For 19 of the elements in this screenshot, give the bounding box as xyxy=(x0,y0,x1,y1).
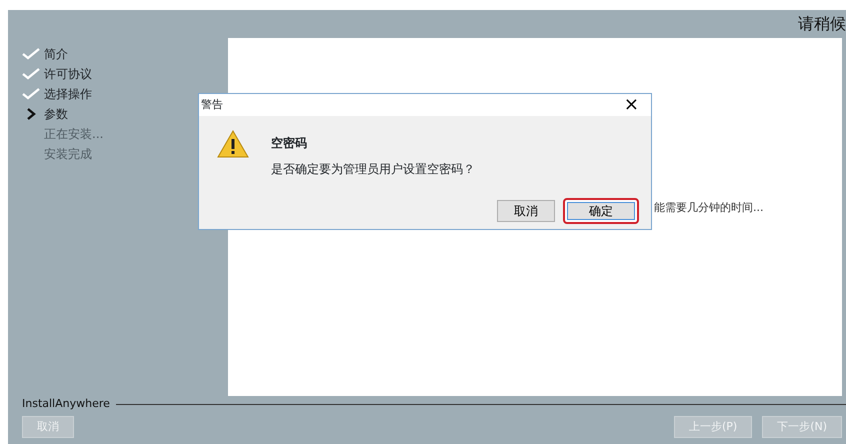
dialog-title: 警告 xyxy=(201,96,223,113)
header-title: 请稍候 xyxy=(798,13,846,35)
step-label: 正在安装... xyxy=(44,126,104,143)
check-icon xyxy=(22,88,40,100)
step-label: 简介 xyxy=(44,46,68,63)
step-label: 参数 xyxy=(44,106,68,123)
warning-icon xyxy=(217,130,249,158)
dialog-button[interactable]: 确定 xyxy=(563,198,639,224)
step-label: 许可协议 xyxy=(44,66,92,83)
step-label: 选择操作 xyxy=(44,86,92,103)
dialog-button[interactable]: 取消 xyxy=(497,200,555,222)
status-text: 能需要几分钟的时间... xyxy=(654,200,764,216)
check-icon xyxy=(22,48,40,60)
step-label: 安装完成 xyxy=(44,146,92,163)
check-icon xyxy=(22,68,40,80)
brand-label: InstallAnywhere xyxy=(22,396,110,412)
dialog-heading: 空密码 xyxy=(271,135,308,152)
close-button[interactable]: × xyxy=(618,96,645,114)
dialog-message: 是否确定要为管理员用户设置空密码？ xyxy=(271,161,475,178)
